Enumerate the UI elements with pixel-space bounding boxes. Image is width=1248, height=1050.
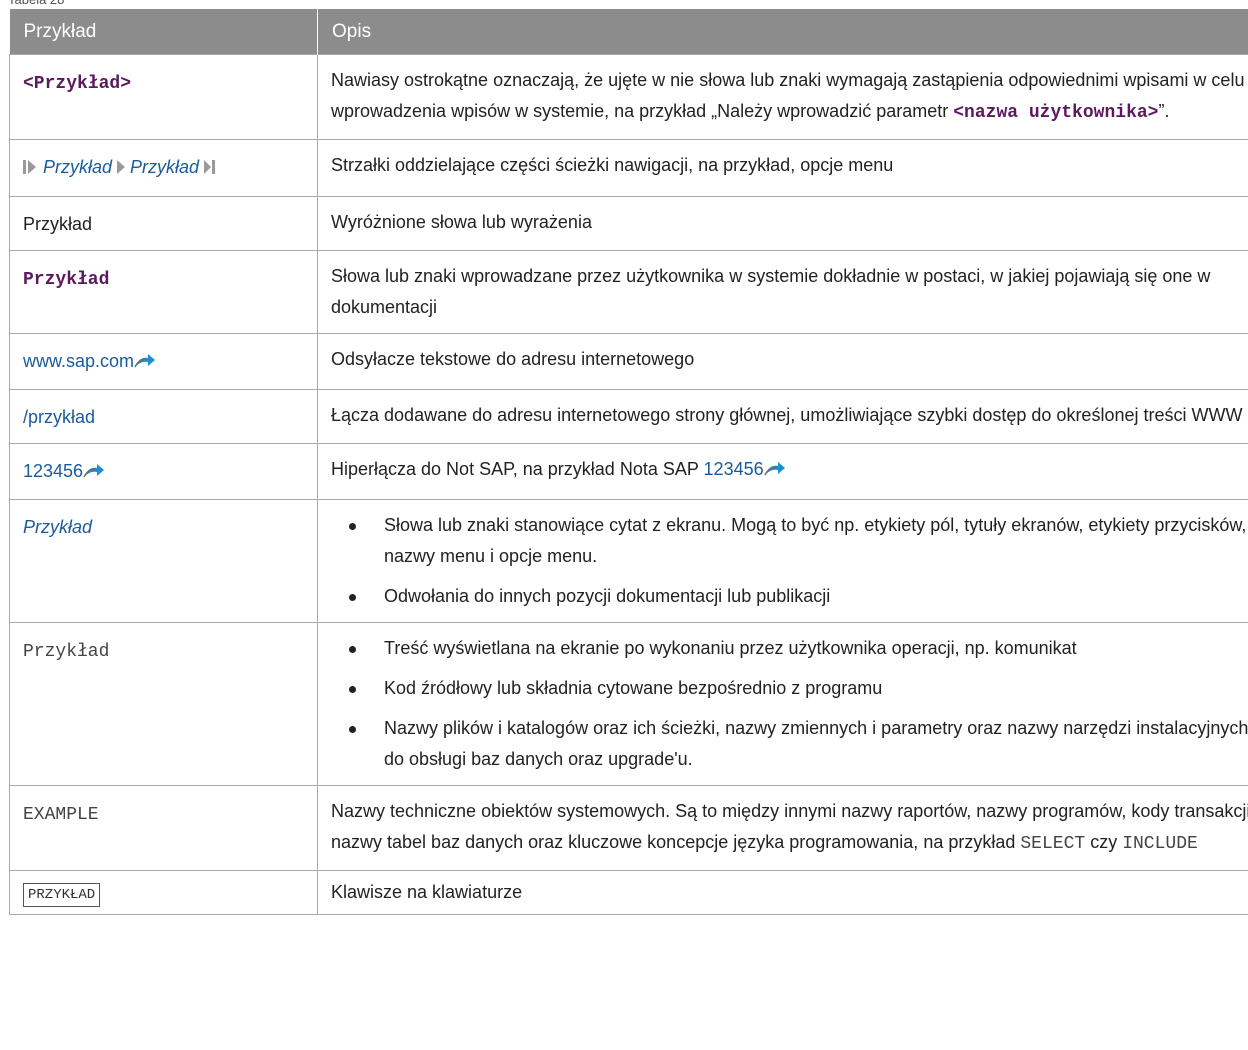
sap-note-link[interactable]: 123456 bbox=[704, 459, 764, 479]
table-row: EXAMPLE Nazwy techniczne obiektów system… bbox=[9, 785, 1248, 871]
example-angle-brackets: <Przykład> bbox=[23, 74, 132, 94]
description-cell: Słowa lub znaki wprowadzane przez użytko… bbox=[317, 250, 1248, 334]
list-item-text: Nazwy plików i katalogów oraz ich ścieżk… bbox=[384, 718, 1248, 769]
list-item-text: Odwołania do innych pozycji dokumentacji… bbox=[384, 586, 831, 606]
table-header-row: Przykład Opis bbox=[9, 9, 1248, 55]
bullet-icon bbox=[349, 686, 356, 693]
description-cell: Hiperłącza do Not SAP, na przykład Nota … bbox=[317, 443, 1248, 500]
list-item-text: Treść wyświetlana na ekranie po wykonani… bbox=[384, 638, 1077, 658]
list-item: Nazwy plików i katalogów oraz ich ścieżk… bbox=[331, 713, 1248, 775]
nav-end-arrow-icon bbox=[203, 155, 217, 186]
list-item-text: Słowa lub znaki stanowiące cytat z ekran… bbox=[384, 515, 1247, 566]
table-row: Przykład Przykład Strzałki oddzielające … bbox=[9, 139, 1248, 197]
table-row: Przykład Słowa lub znaki stanowiące cyta… bbox=[9, 499, 1248, 623]
bullet-icon bbox=[349, 726, 356, 733]
list-item-text: Kod źródłowy lub składnia cytowane bezpo… bbox=[384, 678, 883, 698]
example-cell: PRZYKŁAD bbox=[9, 870, 318, 915]
example-cell: Przykład Przykład bbox=[9, 139, 318, 197]
description-text: Hiperłącza do Not SAP, na przykład Nota … bbox=[331, 459, 704, 479]
inline-code-include: INCLUDE bbox=[1122, 834, 1198, 854]
table-row: Przykład Treść wyświetlana na ekranie po… bbox=[9, 622, 1248, 786]
example-cell: <Przykład> bbox=[9, 54, 318, 140]
table-row: PRZYKŁAD Klawisze na klawiaturze bbox=[9, 870, 1248, 915]
table-caption: Tabela 28 bbox=[8, 0, 64, 8]
inline-code-username: <nazwa użytkownika> bbox=[953, 103, 1159, 123]
table-row: Przykład Wyróżnione słowa lub wyrażenia bbox=[9, 196, 1248, 251]
table-row: 123456 Hiperłącza do Not SAP, na przykła… bbox=[9, 443, 1248, 500]
description-cell: Klawisze na klawiaturze bbox=[317, 870, 1248, 915]
description-cell: Strzałki oddzielające części ścieżki naw… bbox=[317, 139, 1248, 197]
list-item: Odwołania do innych pozycji dokumentacji… bbox=[331, 581, 1248, 612]
external-link-arrow-icon bbox=[83, 458, 105, 489]
header-example: Przykład bbox=[9, 9, 318, 55]
nav-path-item[interactable]: Przykład bbox=[130, 157, 199, 177]
description-cell: Łącza dodawane do adresu internetowego s… bbox=[317, 389, 1248, 444]
bullet-list: Treść wyświetlana na ekranie po wykonani… bbox=[331, 633, 1248, 775]
example-cell: Przykład bbox=[9, 622, 318, 786]
description-cell: Odsyłacze tekstowe do adresu internetowe… bbox=[317, 333, 1248, 390]
bullet-icon bbox=[349, 646, 356, 653]
example-cell: Przykład bbox=[9, 250, 318, 334]
example-web-link[interactable]: www.sap.com bbox=[23, 351, 134, 371]
list-item: Kod źródłowy lub składnia cytowane bezpo… bbox=[331, 673, 1248, 704]
description-cell: Słowa lub znaki stanowiące cytat z ekran… bbox=[317, 499, 1248, 623]
list-item: Treść wyświetlana na ekranie po wykonani… bbox=[331, 633, 1248, 664]
example-user-input: Przykład bbox=[23, 270, 110, 290]
table-row: /przykład Łącza dodawane do adresu inter… bbox=[9, 389, 1248, 444]
example-cell: EXAMPLE bbox=[9, 785, 318, 871]
example-cell: Przykład bbox=[9, 499, 318, 623]
nav-separator-arrow-icon bbox=[116, 155, 126, 186]
example-keyboard-key: PRZYKŁAD bbox=[23, 883, 101, 907]
example-screen-output: Przykład bbox=[23, 642, 110, 662]
nav-path-item[interactable]: Przykład bbox=[43, 157, 112, 177]
example-emphasis: Przykład bbox=[23, 214, 93, 234]
example-path-link[interactable]: /przykład bbox=[23, 407, 95, 427]
inline-code-select: SELECT bbox=[1020, 834, 1086, 854]
header-description: Opis bbox=[317, 9, 1248, 55]
conventions-table: Przykład Opis <Przykład> Nawiasy ostroką… bbox=[9, 9, 1248, 915]
description-text-mid: czy bbox=[1085, 832, 1123, 852]
example-cell: 123456 bbox=[9, 443, 318, 500]
description-text-end: ”. bbox=[1158, 101, 1170, 121]
external-link-arrow-icon bbox=[134, 348, 156, 379]
example-cell: /przykład bbox=[9, 389, 318, 444]
table-row: <Przykład> Nawiasy ostrokątne oznaczają,… bbox=[9, 54, 1248, 140]
bullet-list: Słowa lub znaki stanowiące cytat z ekran… bbox=[331, 510, 1248, 612]
example-technical-name: EXAMPLE bbox=[23, 805, 99, 825]
nav-start-arrow-icon bbox=[23, 155, 39, 186]
list-item: Słowa lub znaki stanowiące cytat z ekran… bbox=[331, 510, 1248, 572]
table-row: Przykład Słowa lub znaki wprowadzane prz… bbox=[9, 250, 1248, 334]
example-screen-quote: Przykład bbox=[23, 517, 93, 537]
description-cell: Treść wyświetlana na ekranie po wykonani… bbox=[317, 622, 1248, 786]
bullet-icon bbox=[349, 594, 356, 601]
external-link-arrow-icon bbox=[763, 456, 786, 487]
bullet-icon bbox=[349, 523, 356, 530]
example-cell: www.sap.com bbox=[9, 333, 318, 390]
example-cell: Przykład bbox=[9, 196, 318, 251]
description-cell: Nazwy techniczne obiektów systemowych. S… bbox=[317, 785, 1248, 871]
example-note-link[interactable]: 123456 bbox=[23, 461, 83, 481]
description-cell: Wyróżnione słowa lub wyrażenia bbox=[317, 196, 1248, 251]
description-cell: Nawiasy ostrokątne oznaczają, że ujęte w… bbox=[317, 54, 1248, 140]
table-row: www.sap.com Odsyłacze tekstowe do adresu… bbox=[9, 333, 1248, 390]
